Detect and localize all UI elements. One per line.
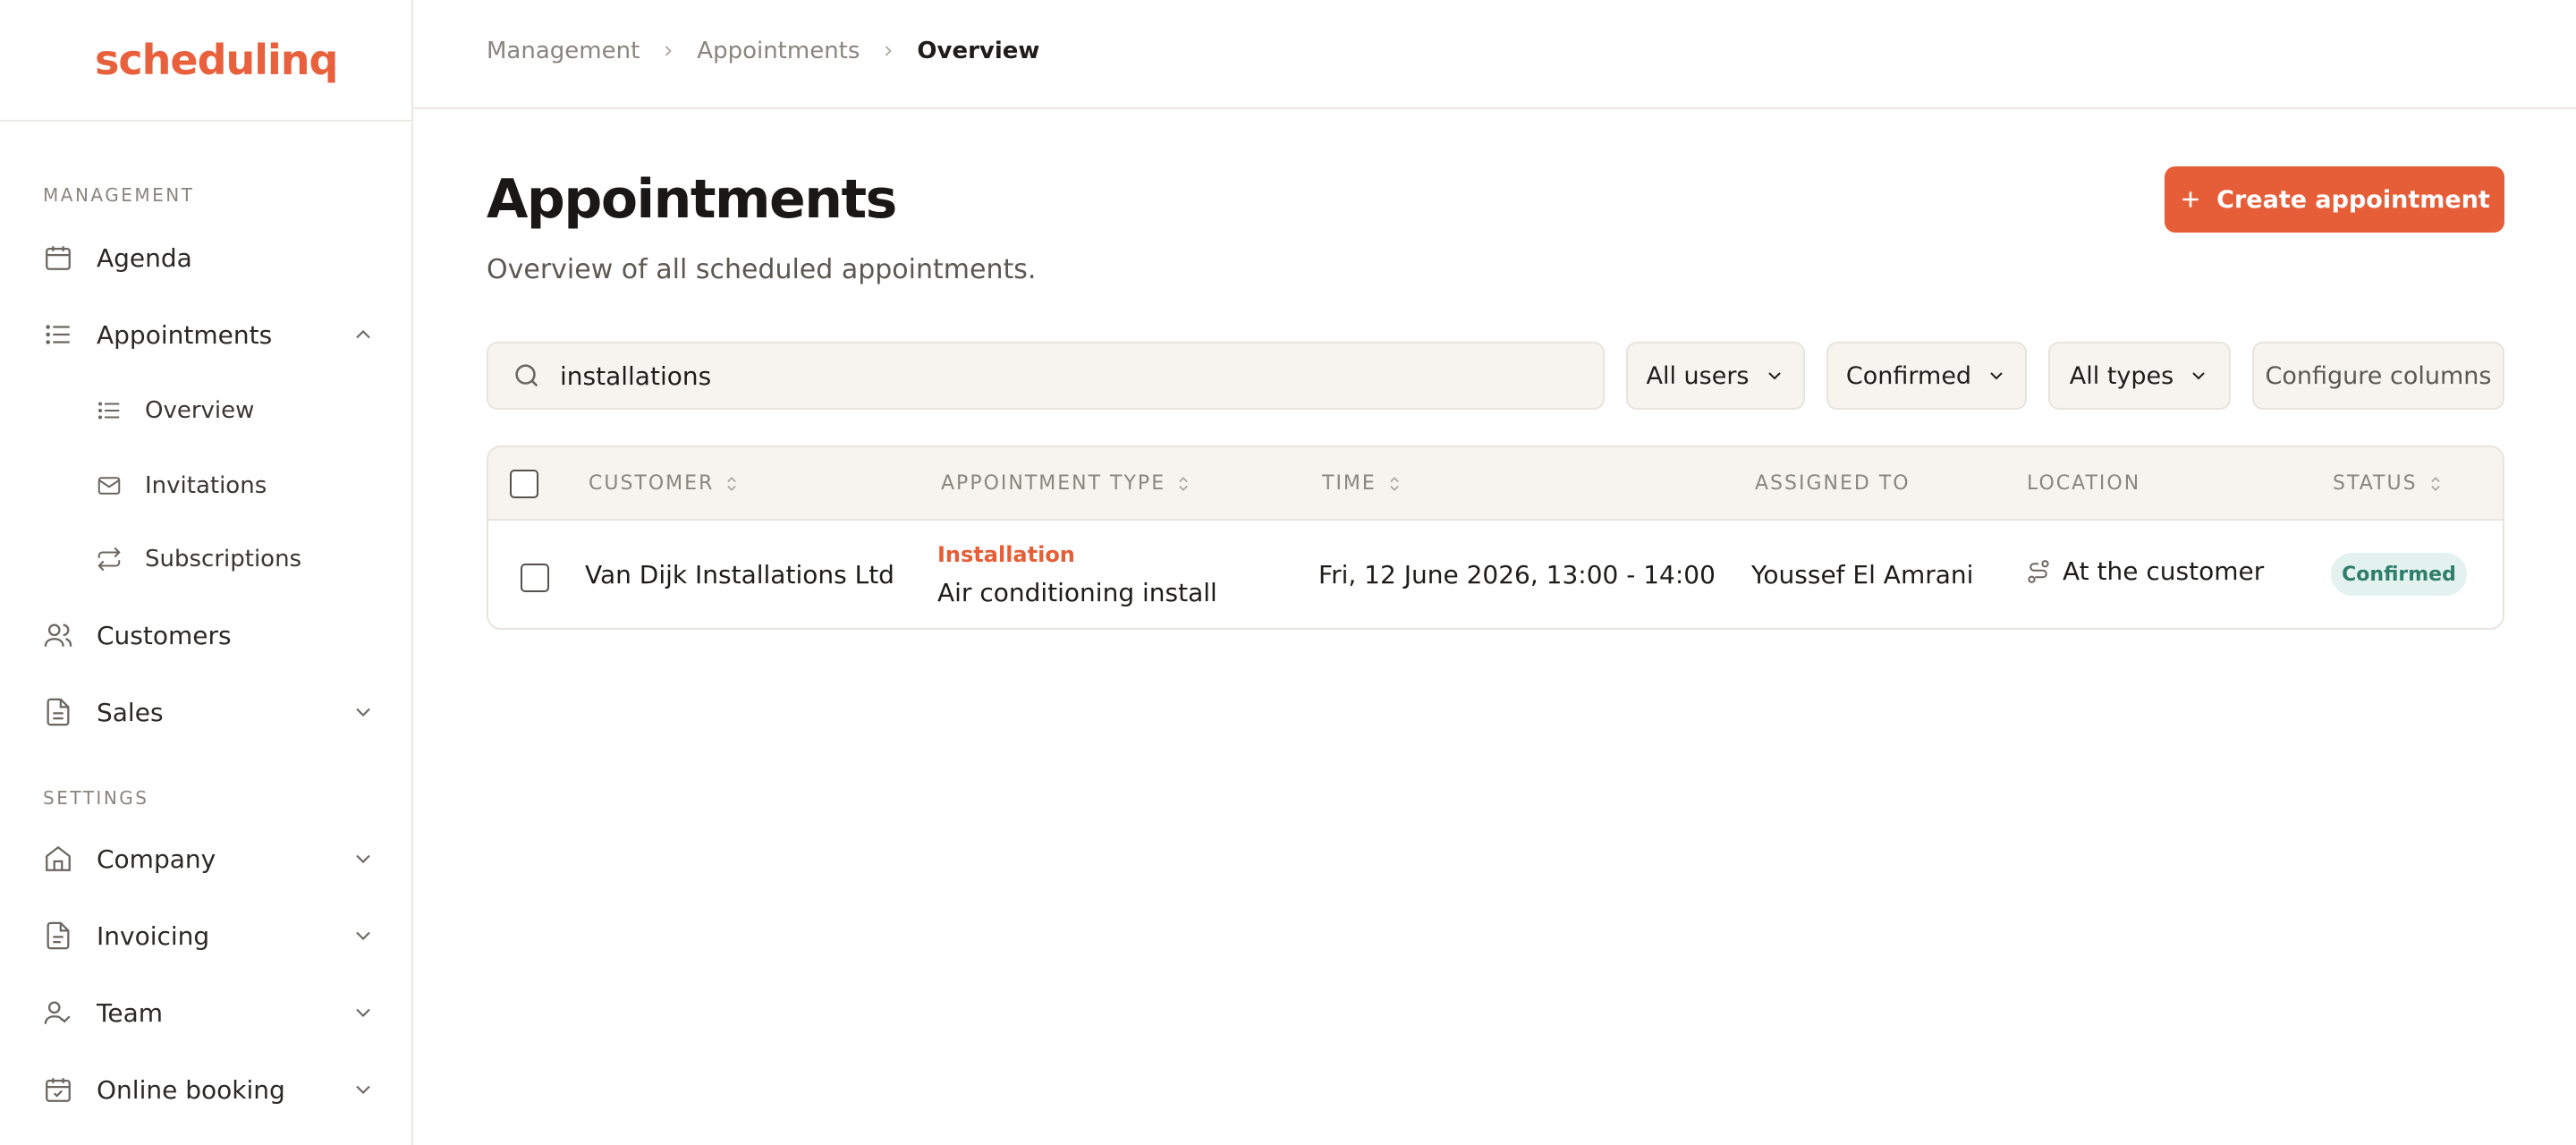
chevron-down-icon[interactable] — [351, 1077, 376, 1102]
breadcrumb: Management Appointments Overview — [487, 38, 1039, 64]
document-icon — [43, 697, 73, 727]
column-header-label: LOCATION — [2027, 472, 2141, 495]
configure-columns-button[interactable]: Configure columns — [2252, 342, 2504, 410]
chevron-up-icon[interactable] — [351, 322, 376, 347]
sidebar: schedulinq MANAGEMENT Agenda Appointment… — [0, 0, 413, 1145]
sort-icon — [727, 476, 737, 491]
list-icon — [43, 319, 73, 350]
column-header-label: ASSIGNED TO — [1755, 472, 1911, 495]
invoice-icon — [43, 920, 73, 951]
column-header-assigned-to: ASSIGNED TO — [1755, 472, 1911, 495]
column-header-location: LOCATION — [2027, 472, 2140, 495]
sidebar-item-customers[interactable]: Customers — [43, 610, 376, 660]
search-value: installations — [560, 360, 712, 391]
types-filter-label: All types — [2069, 361, 2174, 390]
cell-customer[interactable]: Van Dijk Installations Ltd — [585, 560, 894, 589]
sidebar-subitem-label: Overview — [145, 397, 255, 424]
row-checkbox[interactable] — [521, 564, 549, 592]
repeat-icon — [95, 545, 123, 573]
app-logo[interactable]: schedulinq — [95, 36, 338, 84]
users-filter-dropdown[interactable]: All users — [1626, 342, 1805, 410]
section-title-settings: SETTINGS — [43, 787, 149, 809]
calendar-check-icon — [43, 1074, 73, 1105]
column-header-label: TIME — [1322, 472, 1377, 495]
sort-icon — [1390, 476, 1399, 491]
sidebar-item-online-booking[interactable]: Online booking — [43, 1064, 376, 1115]
sidebar-item-label: Appointments — [97, 319, 273, 350]
sidebar-subitem-label: Subscriptions — [145, 546, 302, 572]
route-icon — [2028, 559, 2049, 583]
cell-location-label: At the customer — [2063, 556, 2265, 586]
sidebar-item-label: Sales — [97, 697, 164, 727]
configure-columns-label: Configure columns — [2265, 361, 2492, 390]
breadcrumb-item-management[interactable]: Management — [487, 38, 640, 64]
sidebar-subitem-invitations[interactable]: Invitations — [95, 463, 363, 508]
status-filter-label: Confirmed — [1845, 361, 1972, 390]
sidebar-item-label: Invoicing — [97, 920, 210, 951]
create-appointment-button[interactable]: Create appointment — [2165, 166, 2504, 233]
types-filter-dropdown[interactable]: All types — [2048, 342, 2231, 410]
cell-appointment-category: Installation — [937, 542, 1075, 567]
cell-time: Fri, 12 June 2026, 13:00 - 14:00 — [1318, 560, 1716, 589]
mail-icon — [95, 471, 123, 500]
chevron-down-icon[interactable] — [351, 1000, 376, 1025]
sidebar-item-agenda[interactable]: Agenda — [43, 233, 376, 283]
cell-assigned-to: Youssef El Amrani — [1751, 560, 1974, 589]
users-filter-label: All users — [1646, 361, 1750, 390]
column-header-appointment-type[interactable]: APPOINTMENT TYPE — [941, 472, 1192, 495]
sidebar-item-label: Agenda — [97, 242, 192, 273]
column-header-status[interactable]: STATUS — [2333, 472, 2445, 495]
sidebar-item-sales[interactable]: Sales — [43, 687, 376, 737]
page-title: Appointments — [487, 168, 897, 231]
sort-icon — [2430, 476, 2440, 491]
cell-location: At the customer — [2025, 556, 2264, 586]
sidebar-item-team[interactable]: Team — [43, 988, 376, 1038]
column-header-customer[interactable]: CUSTOMER — [589, 472, 741, 495]
section-title-management: MANAGEMENT — [43, 184, 195, 206]
column-header-time[interactable]: TIME — [1322, 472, 1403, 495]
sidebar-item-invoicing[interactable]: Invoicing — [43, 911, 376, 961]
chevron-down-icon[interactable] — [351, 700, 376, 725]
status-badge: Confirmed — [2331, 553, 2467, 596]
team-icon — [43, 997, 73, 1028]
chevron-right-icon — [665, 46, 672, 56]
breadcrumb-item-overview: Overview — [917, 38, 1040, 64]
sidebar-divider — [0, 120, 411, 122]
sidebar-item-company[interactable]: Company — [43, 834, 376, 884]
sidebar-item-label: Company — [97, 844, 216, 874]
search-icon — [515, 364, 538, 387]
create-appointment-label: Create appointment — [2216, 185, 2490, 214]
plus-icon — [2182, 191, 2199, 208]
top-bar: Management Appointments Overview — [413, 0, 2576, 109]
sidebar-subitem-label: Invitations — [145, 472, 267, 499]
column-header-label: CUSTOMER — [589, 472, 715, 495]
appointments-table: CUSTOMER APPOINTMENT TYPE TIME ASSIGNED … — [487, 445, 2504, 630]
breadcrumb-item-appointments[interactable]: Appointments — [697, 38, 860, 64]
search-input[interactable]: installations — [487, 342, 1605, 410]
sidebar-item-label: Online booking — [97, 1074, 285, 1105]
column-header-label: STATUS — [2333, 472, 2418, 495]
sidebar-item-appointments[interactable]: Appointments — [43, 310, 376, 360]
sidebar-item-label: Customers — [97, 620, 232, 650]
cell-appointment-type: Air conditioning install — [937, 578, 1217, 607]
status-filter-dropdown[interactable]: Confirmed — [1826, 342, 2027, 410]
chevron-down-icon[interactable] — [351, 846, 376, 871]
chevron-right-icon — [886, 46, 893, 56]
sidebar-item-label: Team — [97, 997, 164, 1028]
chevron-down-icon — [1990, 372, 2003, 380]
chevron-down-icon[interactable] — [351, 923, 376, 948]
select-all-checkbox[interactable] — [510, 470, 538, 498]
list-icon — [95, 396, 123, 425]
sidebar-subitem-subscriptions[interactable]: Subscriptions — [95, 537, 363, 581]
table-header: CUSTOMER APPOINTMENT TYPE TIME ASSIGNED … — [488, 447, 2503, 521]
chevron-down-icon — [1767, 372, 1781, 380]
column-header-label: APPOINTMENT TYPE — [941, 472, 1166, 495]
calendar-icon — [43, 242, 73, 273]
sort-icon — [1179, 476, 1188, 491]
sidebar-subitem-overview[interactable]: Overview — [95, 388, 363, 433]
users-icon — [43, 620, 73, 650]
building-icon — [43, 844, 73, 874]
chevron-down-icon — [2192, 372, 2205, 380]
page-subtitle: Overview of all scheduled appointments. — [487, 254, 1037, 285]
